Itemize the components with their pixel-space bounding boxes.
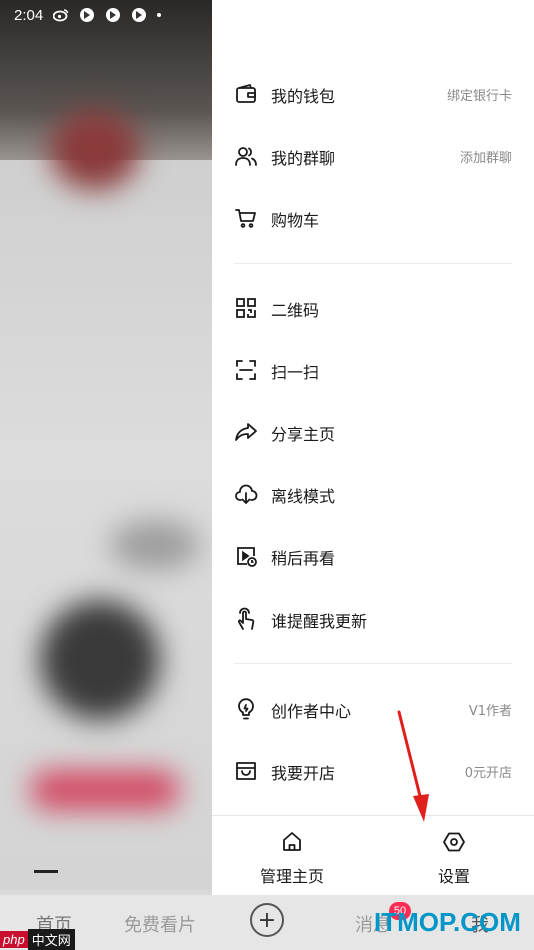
php-watermark-text: 中文网 (27, 928, 75, 950)
php-watermark: php 中文网 (0, 928, 75, 950)
annotation-arrow (397, 710, 429, 822)
itmop-watermark: ITMOP.COM (374, 907, 521, 937)
php-watermark-logo: php (0, 930, 28, 948)
